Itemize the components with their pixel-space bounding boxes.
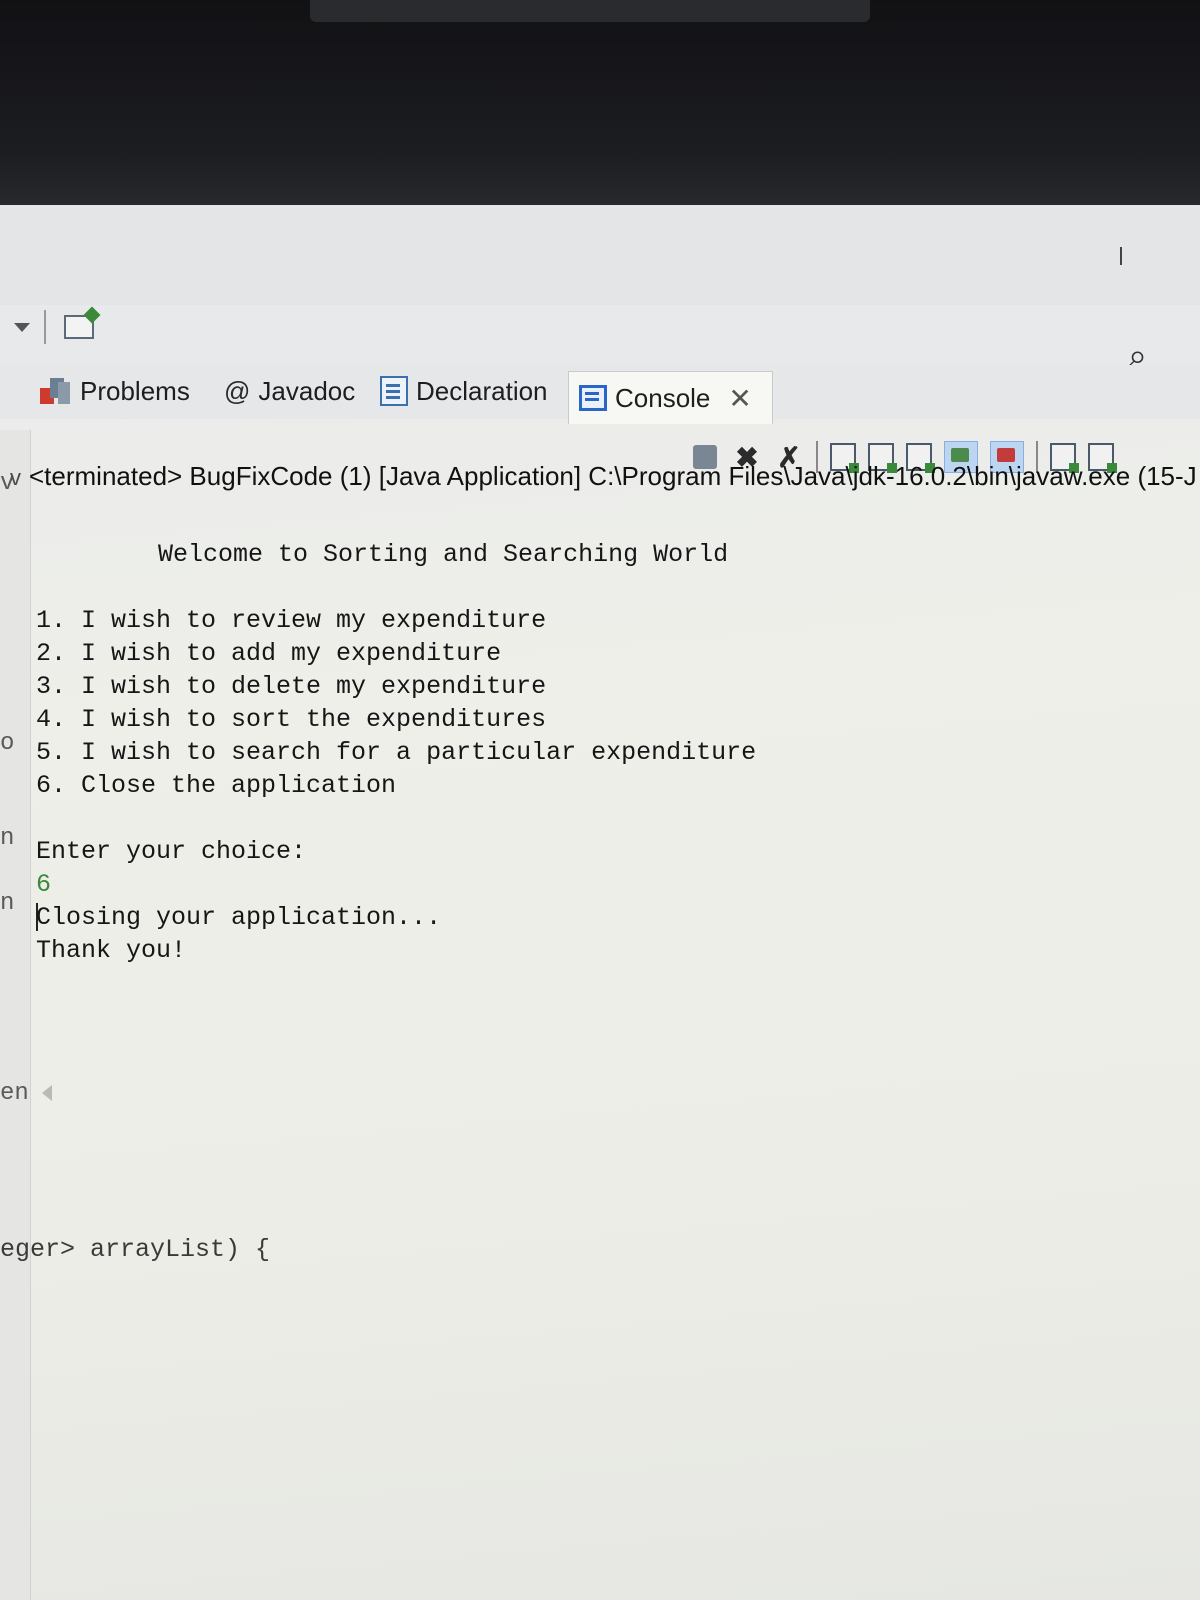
tab-declaration-label: Declaration xyxy=(416,375,548,406)
choice-prompt: Enter your choice: xyxy=(36,837,307,866)
welcome-line: Welcome to Sorting and Searching World xyxy=(158,540,729,569)
closing-text: Closing your application... xyxy=(36,903,442,932)
collapse-icon[interactable]: v xyxy=(10,465,21,490)
tab-problems[interactable]: Problems xyxy=(38,365,190,417)
problems-icon xyxy=(38,376,72,406)
menu-item-2: 2. I wish to add my expenditure xyxy=(36,639,502,668)
scroll-left-arrow-icon[interactable] xyxy=(42,1085,52,1101)
tab-javadoc[interactable]: @ Javadoc xyxy=(224,365,355,417)
open-console-icon[interactable] xyxy=(64,315,94,339)
gutter-text: en xyxy=(0,1080,29,1107)
console-output[interactable]: Welcome to Sorting and Searching World 1… xyxy=(36,505,756,1033)
declaration-icon xyxy=(380,376,408,406)
user-input-echo: 6 xyxy=(36,870,52,899)
tab-declaration[interactable]: Declaration xyxy=(380,365,548,417)
launch-description: <terminated> BugFixCode (1) [Java Applic… xyxy=(29,461,1197,491)
bezel-glint xyxy=(310,0,870,22)
at-icon: @ xyxy=(224,375,251,406)
menu-item-5: 5. I wish to search for a particular exp… xyxy=(36,738,757,767)
ide-screen: ⌕ Problems @ Javadoc Declaration Console… xyxy=(0,205,1200,1600)
menu-item-3: 3. I wish to delete my expenditure xyxy=(36,672,547,701)
menu-item-6: 6. Close the application xyxy=(36,771,397,800)
editor-code-fragment: eger> arrayList) { xyxy=(0,1235,271,1264)
gutter-text: n xyxy=(0,825,15,852)
gutter-text: n xyxy=(0,890,15,917)
view-tab-strip: Problems @ Javadoc Declaration Console ✕ xyxy=(0,365,1200,424)
menu-item-4: 4. I wish to sort the expenditures xyxy=(36,705,547,734)
console-launch-header: v <terminated> BugFixCode (1) [Java Appli… xyxy=(10,461,1197,492)
gutter-text: o xyxy=(0,730,15,757)
thanks-line: Thank you! xyxy=(36,936,187,965)
tab-console[interactable]: Console ✕ xyxy=(568,371,773,424)
closing-line: Closing your application... xyxy=(36,901,756,934)
tab-javadoc-label: Javadoc xyxy=(258,375,356,406)
minimize-icon[interactable] xyxy=(1120,247,1122,265)
menu-item-1: 1. I wish to review my expenditure xyxy=(36,606,547,635)
view-toolbar xyxy=(0,305,1200,366)
monitor-bezel xyxy=(0,0,1200,215)
toolbar-separator xyxy=(44,310,46,344)
window-top-bar xyxy=(0,205,1200,305)
close-icon[interactable]: ✕ xyxy=(728,382,751,415)
left-gutter: v o n n en xyxy=(0,430,31,1600)
chevron-down-icon[interactable] xyxy=(14,323,30,332)
console-icon xyxy=(579,385,607,411)
tab-console-label: Console xyxy=(615,382,711,413)
tab-problems-label: Problems xyxy=(80,375,190,406)
